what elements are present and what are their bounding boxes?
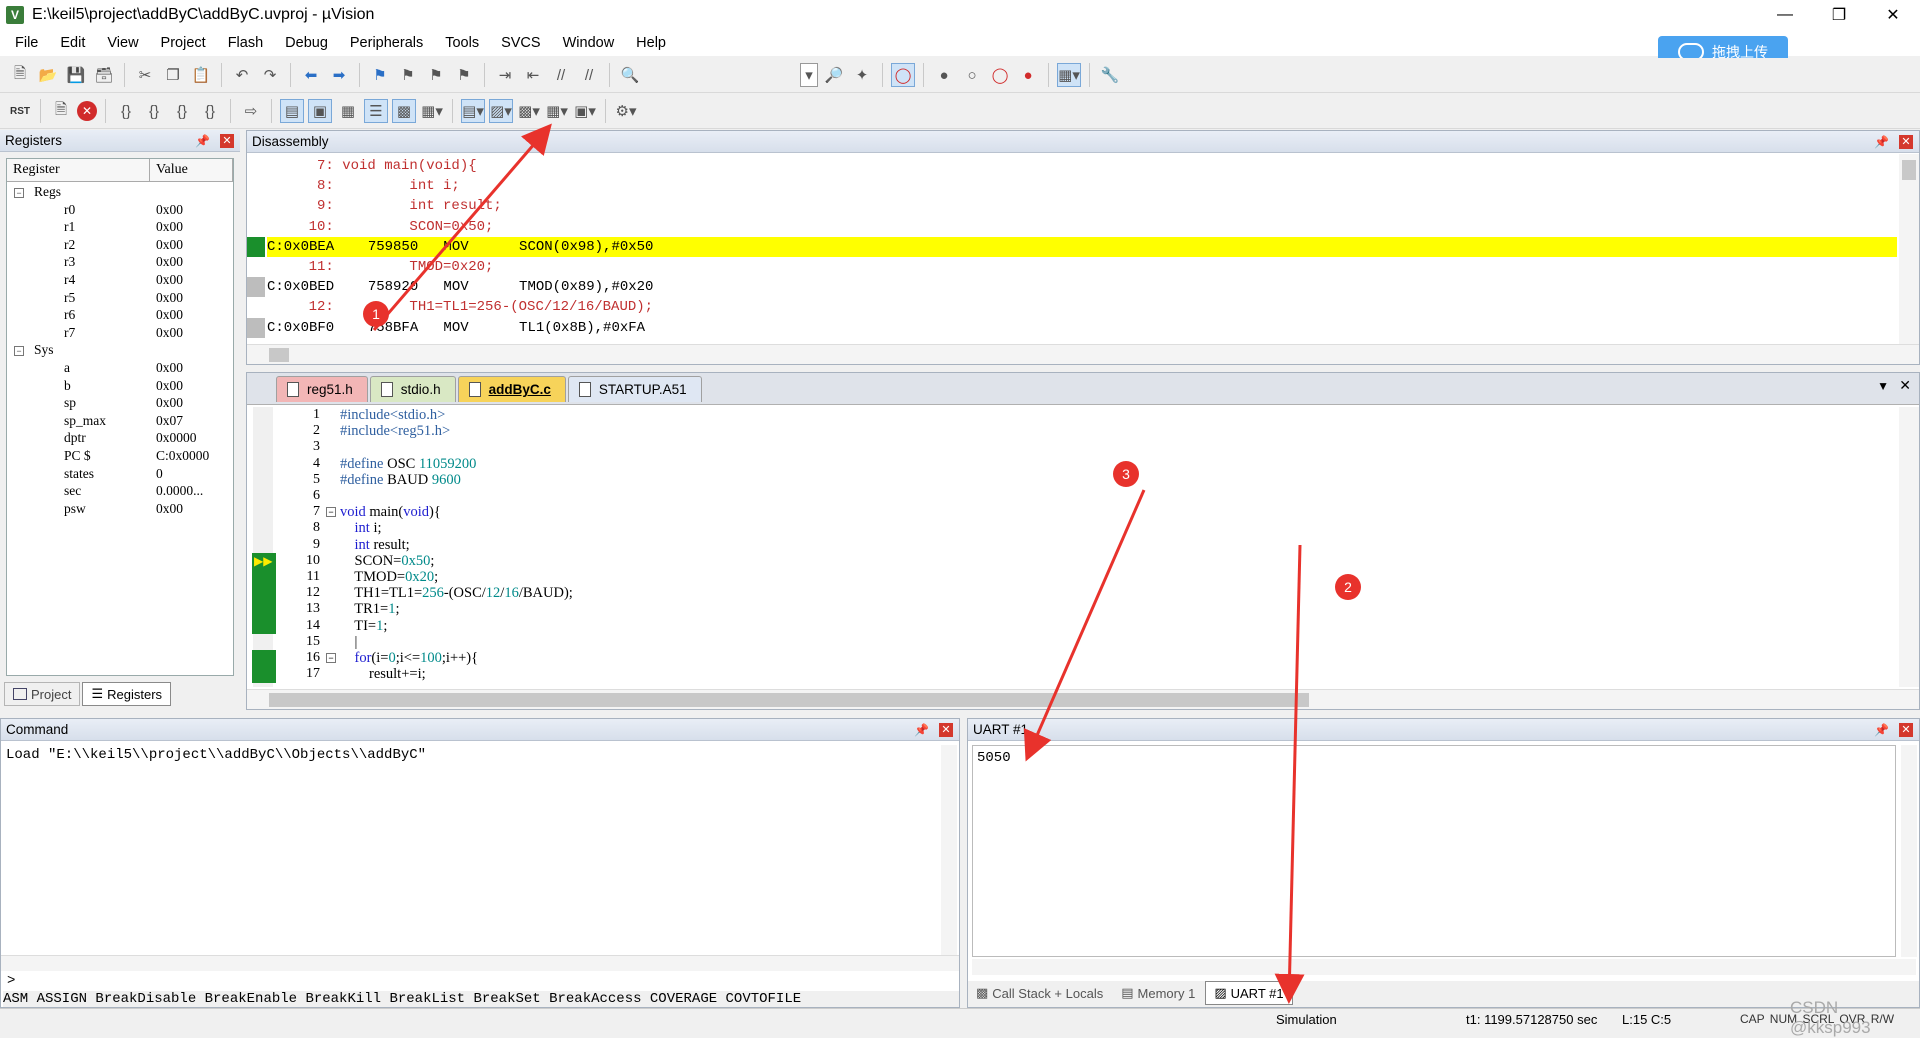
arrow-1 (372, 123, 552, 331)
arrow-3 (1023, 489, 1146, 762)
annotation-badge-3: 3 (1113, 461, 1139, 487)
arrow-2 (1274, 544, 1305, 1004)
annotation-badge-1: 1 (363, 301, 389, 327)
annotation-arrows (372, 123, 1305, 1004)
annotation-badge-2: 2 (1335, 574, 1361, 600)
